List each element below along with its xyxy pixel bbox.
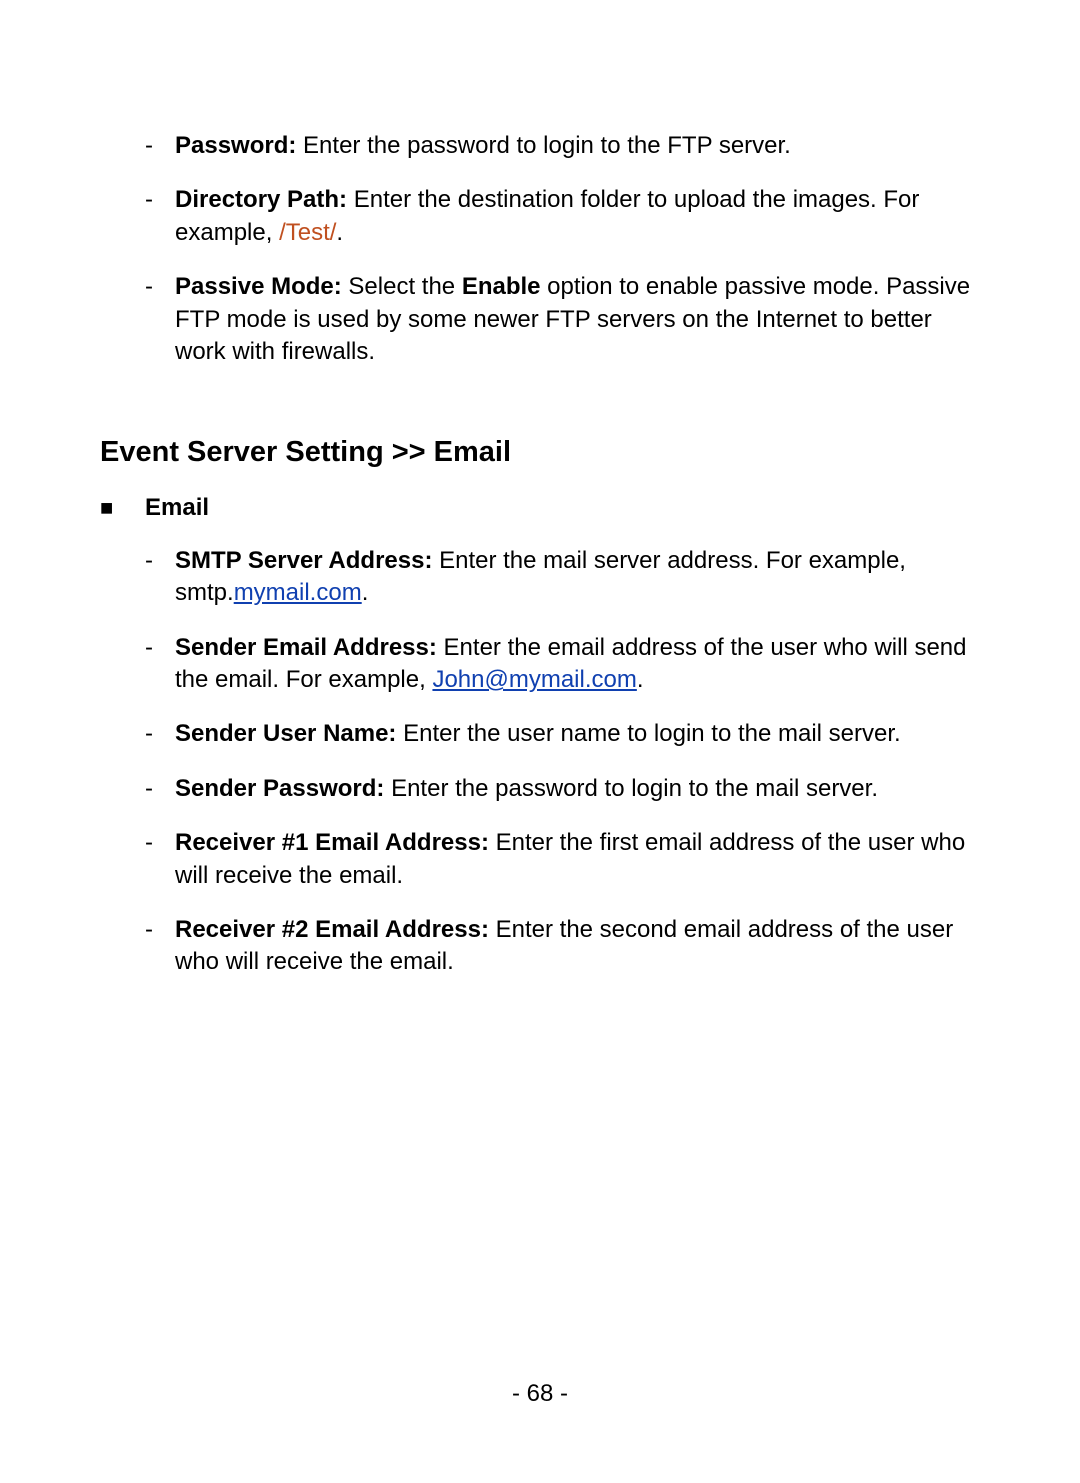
email-sender-password-label: Sender Password: — [175, 775, 384, 802]
page-number: - 68 - — [0, 1380, 1080, 1408]
email-subsection-label: Email — [100, 492, 980, 524]
ftp-passive-mode-text-1: Select the — [342, 273, 462, 300]
email-receiver2-item: Receiver #2 Email Address: Enter the sec… — [100, 914, 980, 979]
email-receiver1-item: Receiver #1 Email Address: Enter the fir… — [100, 827, 980, 892]
ftp-password-item: Password: Enter the password to login to… — [100, 130, 980, 162]
ftp-directory-path-item: Directory Path: Enter the destination fo… — [100, 184, 980, 249]
email-smtp-link[interactable]: mymail.com — [234, 579, 362, 606]
ftp-passive-mode-enable: Enable — [462, 273, 541, 300]
email-smtp-text-2: . — [362, 579, 369, 606]
email-sender-email-text-2: . — [637, 666, 644, 693]
email-sender-email-item: Sender Email Address: Enter the email ad… — [100, 632, 980, 697]
email-receiver2-label: Receiver #2 Email Address: — [175, 916, 489, 943]
ftp-directory-path-text-2: . — [336, 219, 343, 246]
ftp-password-label: Password: — [175, 132, 296, 159]
email-sender-user-label: Sender User Name: — [175, 720, 396, 747]
ftp-passive-mode-label: Passive Mode: — [175, 273, 342, 300]
section-heading: Event Server Setting >> Email — [100, 433, 980, 472]
ftp-directory-path-label: Directory Path: — [175, 186, 347, 213]
email-sender-user-item: Sender User Name: Enter the user name to… — [100, 718, 980, 750]
ftp-passive-mode-item: Passive Mode: Select the Enable option t… — [100, 271, 980, 368]
ftp-directory-path-example: /Test/ — [279, 219, 336, 246]
email-sender-password-text: Enter the password to login to the mail … — [384, 775, 878, 802]
email-smtp-item: SMTP Server Address: Enter the mail serv… — [100, 545, 980, 610]
email-receiver1-label: Receiver #1 Email Address: — [175, 829, 489, 856]
email-sender-email-link[interactable]: John@mymail.com — [432, 666, 636, 693]
email-sender-user-text: Enter the user name to login to the mail… — [396, 720, 900, 747]
ftp-password-text: Enter the password to login to the FTP s… — [296, 132, 790, 159]
email-sender-email-label: Sender Email Address: — [175, 634, 437, 661]
email-sender-password-item: Sender Password: Enter the password to l… — [100, 773, 980, 805]
email-smtp-label: SMTP Server Address: — [175, 547, 432, 574]
page-content: Password: Enter the password to login to… — [100, 130, 980, 979]
